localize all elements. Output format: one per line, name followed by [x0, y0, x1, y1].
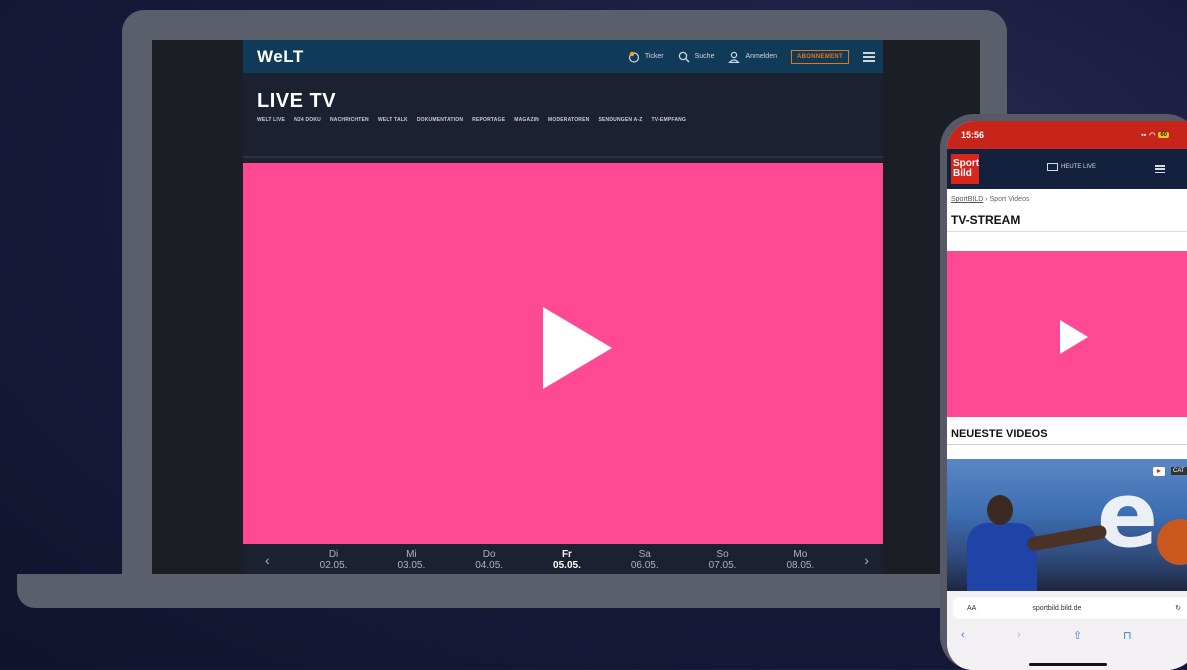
user-icon — [728, 51, 741, 63]
clock: 15:56 — [961, 130, 985, 140]
video-player[interactable] — [947, 251, 1187, 417]
play-icon[interactable] — [543, 307, 612, 389]
tv-icon — [1047, 163, 1058, 171]
welt-logo[interactable]: WeLT — [257, 47, 304, 67]
player-arm — [1026, 524, 1108, 552]
ticker-label: Ticker — [644, 53, 664, 60]
tab-magazin[interactable]: MAGAZIN — [514, 117, 539, 123]
live-link[interactable]: HEUTE LIVE — [1047, 163, 1096, 171]
back-icon[interactable]: ‹ — [961, 629, 965, 641]
sportbild-header: Sport Bild HEUTE LIVE — [947, 149, 1187, 189]
phone-screen: 15:56 ▪▪ ◠ 60 Sport Bild HEUTE LIVE Spor… — [947, 121, 1187, 670]
tab-moderatoren[interactable]: MODERATOREN — [548, 117, 589, 123]
laptop-base — [17, 574, 1017, 608]
tab-bar: WELT LIVE N24 DOKU NACHRICHTEN WELT TALK… — [243, 117, 883, 123]
sportbild-logo[interactable]: Sport Bild — [951, 154, 979, 184]
date-item[interactable]: Do 04.05. — [475, 549, 503, 571]
address-bar[interactable]: AA sportbild.bild.de ↻ — [953, 597, 1187, 619]
player-head — [987, 495, 1013, 525]
login-label: Anmelden — [745, 53, 777, 60]
home-indicator — [1029, 663, 1107, 666]
date-item-active[interactable]: Fr 05.05. — [553, 549, 581, 571]
play-icon[interactable] — [1060, 320, 1088, 354]
login-button[interactable]: Anmelden — [728, 51, 777, 63]
date-item[interactable]: Mo 08.05. — [786, 549, 814, 571]
video-badge-icon — [1153, 467, 1165, 476]
tab-tv-empfang[interactable]: TV-EMPFANG — [652, 117, 687, 123]
wifi-icon: ◠ — [1149, 132, 1156, 139]
tab-welt-live[interactable]: WELT LIVE — [257, 117, 285, 123]
welt-page: WeLT Ticker Suche Anmelden ABONNEMENT LI… — [243, 40, 883, 575]
menu-icon[interactable] — [863, 51, 875, 62]
thumbnail-logo-letters: e — [1097, 463, 1158, 568]
page-title: TV-STREAM — [947, 207, 1187, 232]
chevron-right-icon[interactable]: › — [864, 552, 869, 568]
subscribe-button[interactable]: ABONNEMENT — [791, 49, 849, 64]
search-button[interactable]: Suche — [678, 51, 715, 63]
url-text[interactable]: sportbild.bild.de — [1032, 605, 1081, 612]
chevron-left-icon[interactable]: ‹ — [265, 552, 270, 568]
bookmarks-icon[interactable]: ⊓ — [1123, 629, 1132, 642]
tab-dokumentation[interactable]: DOKUMENTATION — [417, 117, 463, 123]
ticker-button[interactable]: Ticker — [628, 51, 664, 63]
date-selector: ‹ Di 02.05. Mi 03.05. Do 04.05. Fr 05.05. Sa… — [243, 544, 883, 575]
status-bar: 15:56 ▪▪ ◠ 60 — [947, 121, 1187, 149]
page-title: LIVE TV — [257, 90, 337, 112]
laptop-screen: WeLT Ticker Suche Anmelden ABONNEMENT LI… — [152, 40, 980, 575]
welt-header: WeLT Ticker Suche Anmelden ABONNEMENT — [243, 40, 883, 73]
text-size-button[interactable]: AA — [967, 605, 976, 612]
tab-n24-doku[interactable]: N24 DOKU — [294, 117, 321, 123]
tab-sendungen-a-z[interactable]: SENDUNGEN A-Z — [598, 117, 642, 123]
date-item[interactable]: Sa 06.05. — [631, 549, 659, 571]
section-title: NEUESTE VIDEOS — [947, 424, 1187, 445]
date-item[interactable]: Mi 03.05. — [397, 549, 425, 571]
tab-reportage[interactable]: REPORTAGE — [472, 117, 505, 123]
divider — [243, 156, 883, 158]
share-icon[interactable]: ⇧ — [1073, 629, 1082, 642]
search-icon — [678, 51, 690, 62]
date-item[interactable]: So 07.05. — [709, 549, 737, 571]
tab-nachrichten[interactable]: NACHRICHTEN — [330, 117, 369, 123]
tab-welt-talk[interactable]: WELT TALK — [378, 117, 408, 123]
welt-nav: Ticker Suche Anmelden ABONNEMENT — [628, 49, 875, 64]
video-player[interactable] — [243, 163, 883, 544]
forward-icon[interactable]: › — [1017, 629, 1021, 641]
breadcrumb: SportBILD › Sport Videos — [951, 196, 1030, 203]
thumb-badge: CAT — [1171, 467, 1187, 475]
battery-icon: 60 — [1158, 132, 1169, 138]
menu-icon[interactable] — [1155, 165, 1165, 173]
browser-bar: AA sportbild.bild.de ↻ ‹ › ⇧ ⊓ — [947, 591, 1187, 670]
reload-icon[interactable]: ↻ — [1175, 604, 1181, 612]
phone-frame: 15:56 ▪▪ ◠ 60 Sport Bild HEUTE LIVE Spor… — [940, 114, 1187, 670]
ticker-icon — [628, 51, 639, 63]
breadcrumb-root[interactable]: SportBILD — [951, 196, 983, 203]
search-label: Suche — [694, 53, 715, 60]
basketball — [1157, 519, 1187, 565]
player-body — [967, 523, 1037, 591]
date-item[interactable]: Di 02.05. — [320, 549, 348, 571]
video-thumbnail[interactable]: e CAT — [947, 459, 1187, 591]
signal-icon: ▪▪ — [1141, 131, 1147, 139]
